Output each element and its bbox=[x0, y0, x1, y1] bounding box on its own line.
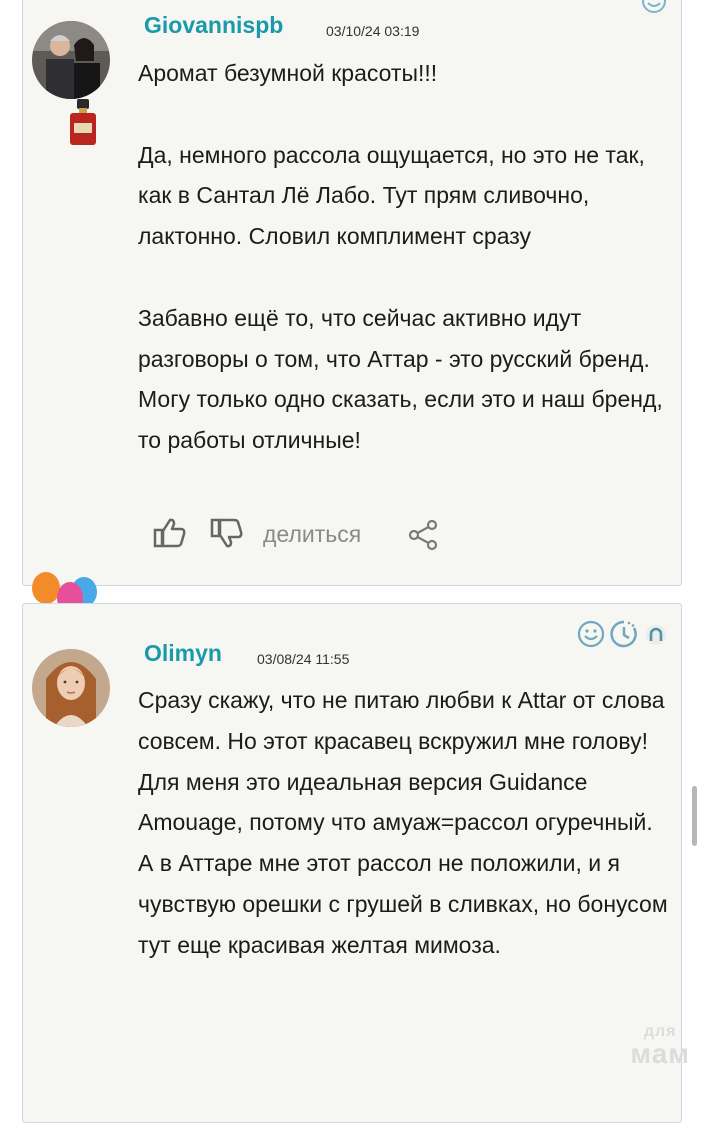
share-button[interactable]: делиться bbox=[263, 521, 361, 548]
watermark-line2: мам bbox=[630, 1038, 690, 1069]
comment-paragraph: А в Аттаре мне этот рассол не положили, … bbox=[138, 850, 668, 958]
site-watermark: для мам bbox=[630, 1024, 690, 1068]
avatar[interactable] bbox=[32, 21, 110, 99]
share-icon[interactable] bbox=[407, 519, 439, 551]
username[interactable]: Olimyn bbox=[144, 640, 222, 667]
smiley-icon[interactable] bbox=[641, 0, 667, 17]
perfume-bottle-icon bbox=[70, 99, 96, 145]
comment-date: 03/10/24 03:19 bbox=[326, 23, 420, 39]
comment-body: Сразу скажу, что не питаю любви к Attar … bbox=[138, 680, 668, 966]
comment-body: Аромат безумной красоты!!! Да, немного р… bbox=[138, 53, 668, 461]
comment-paragraph: Да, немного рассола ощущается, но это не… bbox=[138, 141, 645, 250]
horseshoe-icon[interactable] bbox=[645, 624, 667, 646]
comment-paragraph: Сразу скажу, что не питаю любви к Attar … bbox=[138, 687, 665, 754]
comment-paragraph: Аромат безумной красоты!!! bbox=[138, 60, 438, 86]
comment-paragraph: Для меня это идеальная версия Guidance A… bbox=[138, 768, 653, 836]
clock-icon[interactable] bbox=[610, 620, 640, 648]
like-icon[interactable] bbox=[153, 517, 187, 549]
comment-date: 03/08/24 11:55 bbox=[257, 651, 350, 667]
comment-card: Giovannispb 03/10/24 03:19 Аромат безумн… bbox=[22, 0, 682, 586]
comment-paragraph bbox=[138, 257, 668, 298]
comment-paragraph: Забавно ещё то, что сейчас активно идут … bbox=[138, 304, 663, 454]
username[interactable]: Giovannispb bbox=[144, 12, 283, 39]
user-status-icons bbox=[577, 620, 667, 650]
dislike-icon[interactable] bbox=[210, 517, 244, 549]
smiley-icon[interactable] bbox=[577, 620, 605, 648]
avatar[interactable] bbox=[32, 649, 110, 727]
comment-card: Olimyn 03/08/24 11:55 Сразу скажу, что н… bbox=[22, 603, 682, 1123]
scrollbar[interactable] bbox=[692, 786, 697, 846]
comment-paragraph bbox=[138, 94, 668, 135]
